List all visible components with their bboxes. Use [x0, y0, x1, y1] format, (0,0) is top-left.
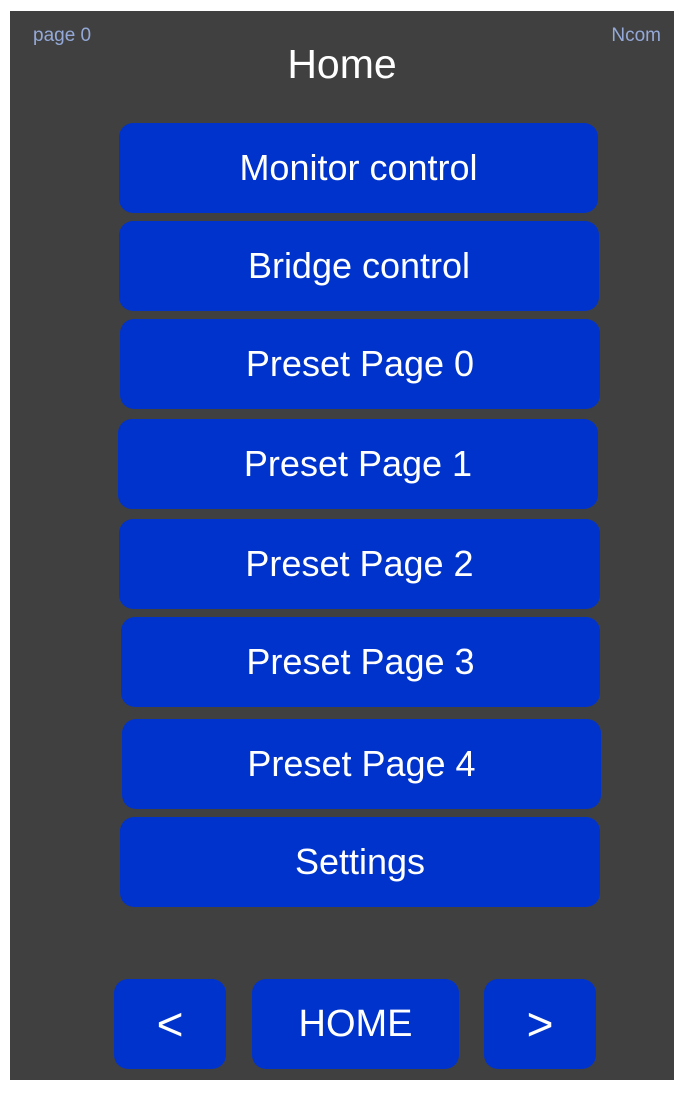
monitor-control-button[interactable]: Monitor control	[119, 123, 598, 213]
preset-page-4-button[interactable]: Preset Page 4	[122, 719, 601, 809]
preset-page-2-button[interactable]: Preset Page 2	[119, 519, 600, 609]
page-title: Home	[287, 41, 397, 87]
settings-button[interactable]: Settings	[120, 817, 600, 907]
prev-page-button[interactable]: <	[114, 979, 226, 1069]
bridge-control-button[interactable]: Bridge control	[119, 221, 599, 311]
preset-page-3-button[interactable]: Preset Page 3	[121, 617, 600, 707]
home-screen: page 0 Ncom Home Monitor control Bridge …	[10, 11, 674, 1080]
preset-page-0-button[interactable]: Preset Page 0	[120, 319, 600, 409]
next-page-button[interactable]: >	[484, 979, 596, 1069]
preset-page-1-button[interactable]: Preset Page 1	[118, 419, 598, 509]
home-button[interactable]: HOME	[252, 979, 459, 1069]
